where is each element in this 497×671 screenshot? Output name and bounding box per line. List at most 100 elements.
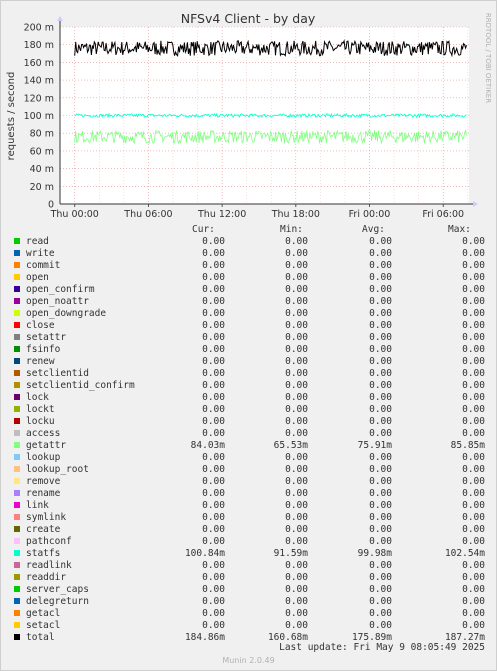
- legend-swatch: [14, 406, 20, 412]
- legend-max: 0.00: [462, 452, 485, 463]
- legend-cur: 0.00: [202, 476, 225, 487]
- legend-min: 0.00: [285, 512, 308, 523]
- y-tick-label: 160 m: [24, 58, 54, 69]
- legend-max: 0.00: [462, 488, 485, 499]
- legend-max: 0.00: [462, 248, 485, 259]
- legend-avg: 0.00: [369, 584, 392, 595]
- x-tick-label: Thu 12:00: [197, 209, 246, 220]
- legend-swatch: [14, 466, 20, 472]
- legend-row: getacl 0.00 0.00 0.00 0.00: [0, 608, 497, 620]
- legend-label: write: [26, 248, 55, 259]
- legend-min: 0.00: [285, 236, 308, 247]
- legend-label: open_downgrade: [26, 308, 107, 319]
- legend-cur: 0.00: [202, 608, 225, 619]
- header-min: Min:: [280, 224, 303, 235]
- legend-min: 0.00: [285, 308, 308, 319]
- legend-max: 0.00: [462, 536, 485, 547]
- legend-avg: 0.00: [369, 284, 392, 295]
- legend-max: 85.85m: [450, 440, 485, 451]
- legend-avg: 0.00: [369, 620, 392, 631]
- x-axis-arrow: [473, 201, 478, 207]
- legend-swatch: [14, 610, 20, 616]
- y-tick-label: 80 m: [30, 129, 54, 140]
- legend-cur: 0.00: [202, 392, 225, 403]
- legend-avg: 0.00: [369, 272, 392, 283]
- y-tick-label: 200 m: [24, 23, 54, 34]
- legend-label: commit: [26, 260, 61, 271]
- legend-max: 0.00: [462, 596, 485, 607]
- legend-cur: 0.00: [202, 404, 225, 415]
- legend-label: create: [26, 524, 61, 535]
- legend-swatch: [14, 382, 20, 388]
- legend-min: 0.00: [285, 620, 308, 631]
- legend-avg: 0.00: [369, 236, 392, 247]
- legend-avg: 0.00: [369, 512, 392, 523]
- y-tick-label: 140 m: [24, 76, 54, 87]
- side-label: RRDTOOL / TOBI OETIKER: [484, 13, 492, 103]
- legend-row: open_downgrade 0.00 0.00 0.00 0.00: [0, 308, 497, 320]
- legend-row: rename 0.00 0.00 0.00 0.00: [0, 488, 497, 500]
- legend-row: setacl 0.00 0.00 0.00 0.00: [0, 620, 497, 632]
- legend-row: link 0.00 0.00 0.00 0.00: [0, 500, 497, 512]
- legend-max: 0.00: [462, 332, 485, 343]
- legend-cur: 0.00: [202, 488, 225, 499]
- legend-cur: 0.00: [202, 524, 225, 535]
- legend-avg: 0.00: [369, 500, 392, 511]
- legend-cur: 0.00: [202, 584, 225, 595]
- legend-min: 0.00: [285, 320, 308, 331]
- legend-max: 0.00: [462, 284, 485, 295]
- legend-row: lookup 0.00 0.00 0.00 0.00: [0, 452, 497, 464]
- legend-row: statfs 100.84m 91.59m 99.98m 102.54m: [0, 548, 497, 560]
- legend-max: 0.00: [462, 236, 485, 247]
- legend-row: lookup_root 0.00 0.00 0.00 0.00: [0, 464, 497, 476]
- legend-swatch: [14, 310, 20, 316]
- legend-label: readlink: [26, 560, 72, 571]
- last-update: Last update: Fri May 9 08:05:49 2025: [279, 642, 485, 653]
- legend-swatch: [14, 262, 20, 268]
- legend-label: rename: [26, 488, 61, 499]
- legend-min: 0.00: [285, 248, 308, 259]
- legend-avg: 0.00: [369, 608, 392, 619]
- x-tick-label: Thu 18:00: [271, 209, 320, 220]
- legend-swatch: [14, 394, 20, 400]
- legend-label: locku: [26, 416, 55, 427]
- legend-min: 0.00: [285, 260, 308, 271]
- legend-min: 0.00: [285, 380, 308, 391]
- legend-swatch: [14, 490, 20, 496]
- legend-cur: 0.00: [202, 344, 225, 355]
- legend-avg: 0.00: [369, 428, 392, 439]
- legend-max: 0.00: [462, 416, 485, 427]
- chart-title: NFSv4 Client - by day: [181, 11, 316, 26]
- legend-cur: 0.00: [202, 332, 225, 343]
- legend-row: locku 0.00 0.00 0.00 0.00: [0, 416, 497, 428]
- legend-max: 0.00: [462, 512, 485, 523]
- legend-swatch: [14, 526, 20, 532]
- legend-cur: 100.84m: [184, 548, 225, 559]
- legend-max: 0.00: [462, 500, 485, 511]
- legend-min: 0.00: [285, 392, 308, 403]
- legend-swatch: [14, 238, 20, 244]
- legend-avg: 0.00: [369, 404, 392, 415]
- y-axis-label: requests / second: [6, 72, 17, 161]
- legend-cur: 0.00: [202, 452, 225, 463]
- legend-label: lock: [26, 392, 49, 403]
- legend-cur: 0.00: [202, 368, 225, 379]
- y-tick-label: 120 m: [24, 93, 54, 104]
- legend-swatch: [14, 358, 20, 364]
- y-tick-labels: 020 m40 m60 m80 m100 m120 m140 m160 m180…: [24, 23, 54, 211]
- y-tick-label: 20 m: [30, 182, 54, 193]
- legend-min: 0.00: [285, 332, 308, 343]
- legend-swatch: [14, 322, 20, 328]
- legend-min: 0.00: [285, 572, 308, 583]
- legend-row: delegreturn 0.00 0.00 0.00 0.00: [0, 596, 497, 608]
- legend-label: pathconf: [26, 536, 72, 547]
- legend-row: readlink 0.00 0.00 0.00 0.00: [0, 560, 497, 572]
- legend-label: setattr: [26, 332, 67, 343]
- legend-max: 0.00: [462, 620, 485, 631]
- legend-cur: 0.00: [202, 320, 225, 331]
- legend-max: 0.00: [462, 272, 485, 283]
- y-axis-arrow: [57, 16, 63, 21]
- legend-row: open_noattr 0.00 0.00 0.00 0.00: [0, 296, 497, 308]
- legend-row: write 0.00 0.00 0.00 0.00: [0, 248, 497, 260]
- legend-row: close 0.00 0.00 0.00 0.00: [0, 320, 497, 332]
